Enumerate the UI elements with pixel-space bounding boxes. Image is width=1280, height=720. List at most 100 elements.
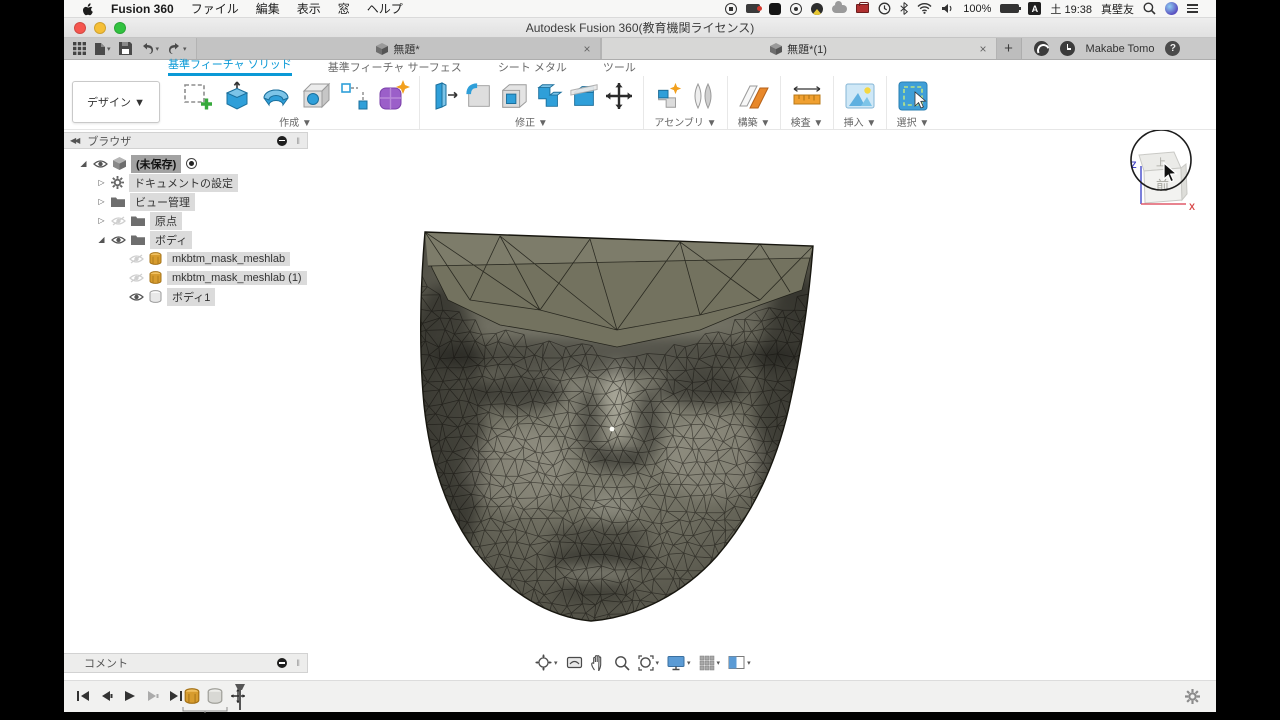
joint-icon[interactable] <box>688 79 718 113</box>
timeline-skip-start-button[interactable] <box>76 690 90 702</box>
revolve-icon[interactable] <box>259 79 293 113</box>
eye-visible-icon[interactable] <box>93 159 108 169</box>
document-name[interactable]: (未保存) <box>131 154 182 173</box>
tree-item-label[interactable]: ドキュメントの設定 <box>129 173 238 192</box>
collapsed-icon[interactable]: ▷ <box>97 216 106 225</box>
help-icon[interactable]: ? <box>1165 41 1181 56</box>
save-icon[interactable] <box>118 42 132 55</box>
group-label-construct[interactable]: 構築 ▼ <box>738 114 771 129</box>
new-tab-button[interactable]: + <box>996 38 1022 59</box>
menu-edit[interactable]: 編集 <box>256 0 280 17</box>
siri-icon[interactable] <box>1165 2 1178 15</box>
collapsed-icon[interactable]: ▷ <box>97 197 106 206</box>
apple-menu-icon[interactable] <box>82 2 94 16</box>
account-name[interactable]: Makabe Tomo <box>1086 43 1155 55</box>
zoom-window-button[interactable] <box>114 22 126 34</box>
collapse-panel-icon[interactable]: ◀◀ <box>70 136 80 145</box>
eye-visible-icon[interactable] <box>111 235 126 245</box>
bluetooth-icon[interactable] <box>900 2 909 16</box>
minimize-panel-icon[interactable] <box>277 658 288 668</box>
job-status-icon[interactable] <box>1033 41 1049 56</box>
measure-icon[interactable] <box>790 79 824 113</box>
tree-item-label[interactable]: ビュー管理 <box>130 192 195 211</box>
group-label-select[interactable]: 選択 ▼ <box>897 114 930 129</box>
pan-tool-icon[interactable] <box>590 654 606 671</box>
timeline-playhead[interactable] <box>234 683 246 711</box>
time-machine-icon[interactable] <box>878 2 891 16</box>
tree-row-mesh-body-2[interactable]: mkbtm_mask_meshlab (1) <box>64 268 308 287</box>
menu-clock[interactable]: 土 19:38 <box>1050 1 1092 17</box>
tree-row-origin[interactable]: ▷ 原点 <box>64 211 308 230</box>
cloud-status-icon[interactable] <box>832 0 848 13</box>
tree-row-document[interactable]: ◢ (未保存) <box>64 154 308 173</box>
recent-activity-icon[interactable] <box>1059 41 1075 56</box>
display-settings-icon[interactable]: ▾ <box>667 655 691 671</box>
tree-row-bodies[interactable]: ◢ ボディ <box>64 230 308 249</box>
group-label-insert[interactable]: 挿入 ▼ <box>844 114 877 129</box>
comments-header[interactable]: コメント ‖ <box>64 653 308 673</box>
move-icon[interactable] <box>604 79 634 113</box>
eye-hidden-icon[interactable] <box>111 216 126 226</box>
create-form-icon[interactable] <box>376 79 410 113</box>
tab-sheet-metal[interactable]: シート メタル <box>498 59 567 76</box>
menu-file[interactable]: ファイル <box>191 0 239 17</box>
hole-icon[interactable] <box>298 79 332 113</box>
screen-record-stop-icon[interactable] <box>725 2 738 15</box>
mesh-body-label[interactable]: mkbtm_mask_meshlab <box>167 251 291 266</box>
grid-settings-icon[interactable]: ▾ <box>699 655 720 671</box>
timeline-skip-end-button[interactable] <box>169 690 183 702</box>
close-tab-icon[interactable]: × <box>584 42 591 56</box>
zoom-tool-icon[interactable] <box>614 655 630 671</box>
timeline-step-forward-button[interactable] <box>146 690 159 702</box>
expand-icon[interactable]: ◢ <box>97 235 106 244</box>
browser-header[interactable]: ◀◀ ブラウザ ‖ <box>64 132 308 149</box>
split-body-icon[interactable] <box>569 79 599 113</box>
close-window-button[interactable] <box>74 22 86 34</box>
timeline-play-button[interactable] <box>123 690 136 702</box>
mesh-body-label[interactable]: mkbtm_mask_meshlab (1) <box>167 270 307 285</box>
eye-visible-icon[interactable] <box>129 292 144 302</box>
toolbox-status-icon[interactable] <box>856 2 870 13</box>
menu-user[interactable]: 真壁友 <box>1101 1 1134 17</box>
tab-surface[interactable]: 基準フィーチャ サーフェス <box>328 59 462 76</box>
tree-row-doc-settings[interactable]: ▷ ドキュメントの設定 <box>64 173 308 192</box>
tab-solid[interactable]: 基準フィーチャ ソリッド <box>168 56 292 76</box>
undo-icon[interactable]: ▾ <box>140 42 159 55</box>
input-source-icon[interactable]: A <box>1028 2 1042 15</box>
timeline-settings-gear-icon[interactable] <box>1185 689 1200 704</box>
minimize-panel-icon[interactable] <box>277 135 288 146</box>
group-label-inspect[interactable]: 検査 ▼ <box>791 114 824 129</box>
tab-tools[interactable]: ツール <box>603 59 636 76</box>
camera-status-icon[interactable] <box>746 4 763 13</box>
menu-app-name[interactable]: Fusion 360 <box>111 2 174 16</box>
collapsed-icon[interactable]: ▷ <box>97 178 106 187</box>
spotlight-icon[interactable] <box>1143 2 1156 16</box>
timeline-mesh-feature-icon[interactable] <box>184 688 200 704</box>
eye-hidden-icon[interactable] <box>129 273 144 283</box>
group-label-assemble[interactable]: アセンブリ ▼ <box>654 114 716 129</box>
close-tab-icon[interactable]: × <box>980 42 987 56</box>
expand-icon[interactable]: ◢ <box>79 159 88 168</box>
file-menu-icon[interactable]: ▾ <box>94 42 111 56</box>
workspace-selector[interactable]: デザイン ▼ <box>72 81 160 123</box>
record-status-icon[interactable] <box>790 2 803 15</box>
model-viewport[interactable]: 上 前 Z X ◀◀ ブラウザ ‖ ◢ (未保存) ▷ ドキュメントの設定 ▷ … <box>64 130 1216 680</box>
activate-radio[interactable] <box>186 158 198 169</box>
timeline-mesh-feature-icon-disabled[interactable] <box>207 688 223 704</box>
group-label-modify[interactable]: 修正 ▼ <box>515 114 548 129</box>
new-component-icon[interactable] <box>653 79 683 113</box>
tree-item-label[interactable]: 原点 <box>150 211 182 230</box>
combine-icon[interactable] <box>534 79 564 113</box>
volume-icon[interactable] <box>941 2 954 16</box>
menu-view[interactable]: 表示 <box>297 0 321 17</box>
notify-status-icon[interactable] <box>811 2 824 15</box>
orbit-tool-icon[interactable]: ▾ <box>535 654 558 671</box>
menu-help[interactable]: ヘルプ <box>367 0 403 17</box>
insert-image-icon[interactable] <box>843 79 877 113</box>
press-pull-icon[interactable] <box>429 79 459 113</box>
view-cube[interactable]: 上 前 Z X <box>1118 130 1214 246</box>
tree-row-view-mgmt[interactable]: ▷ ビュー管理 <box>64 192 308 211</box>
viewports-icon[interactable]: ▾ <box>728 655 751 670</box>
battery-icon[interactable] <box>1000 4 1022 13</box>
tree-item-label[interactable]: ボディ <box>150 230 193 249</box>
